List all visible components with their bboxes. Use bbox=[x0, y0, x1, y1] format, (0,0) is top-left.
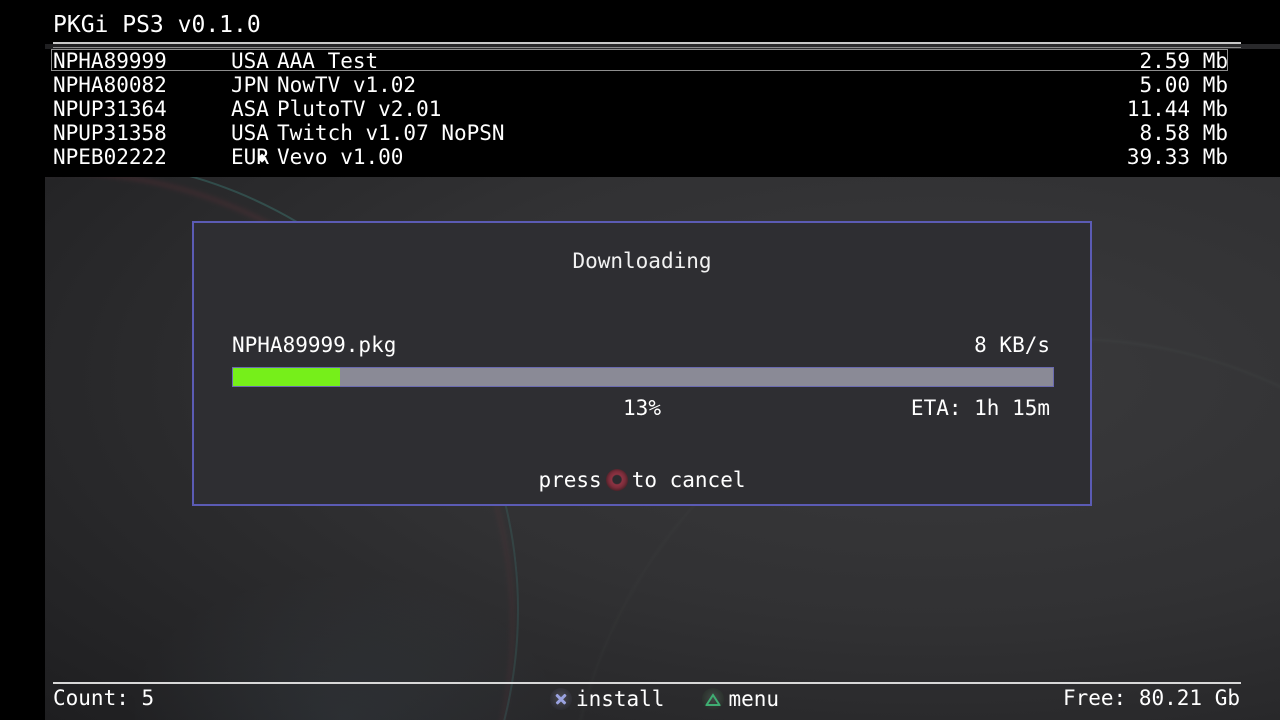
footer-bar: Count: 5 install menu Free: 80.21 Gb bbox=[45, 684, 1280, 720]
playstation-cross-icon[interactable] bbox=[549, 688, 572, 710]
table-row[interactable]: NPUP31364 ASA PlutoTV v2.01 11.44 Mb bbox=[45, 97, 1280, 121]
download-filename: NPHA89999.pkg bbox=[232, 333, 397, 357]
app-stage: PKGi PS3 v0.1.0 NPHA89999 USA AAA Test 2.59… bbox=[45, 8, 1280, 720]
table-row[interactable]: NPHA80082 JPN NowTV v1.02 5.00 Mb bbox=[45, 73, 1280, 97]
header-divider bbox=[53, 42, 1241, 44]
menu-action-label: menu bbox=[728, 687, 780, 711]
package-id: NPHA89999 bbox=[53, 49, 167, 73]
app-title: PKGi PS3 v0.1.0 bbox=[53, 12, 261, 38]
table-row[interactable]: NPEB02222 EUR ◆ Vevo v1.00 39.33 Mb bbox=[45, 145, 1280, 169]
package-size: 11.44 Mb bbox=[1126, 97, 1228, 121]
package-size: 39.33 Mb bbox=[1126, 145, 1228, 169]
install-action-label: install bbox=[575, 687, 665, 711]
package-name: Twitch v1.07 NoPSN bbox=[277, 121, 505, 145]
header-bar: PKGi PS3 v0.1.0 bbox=[45, 8, 1280, 48]
cancel-hint-prefix: press bbox=[538, 468, 602, 492]
package-id: NPUP31364 bbox=[53, 97, 167, 121]
download-progress-bar bbox=[232, 367, 1054, 387]
package-list[interactable]: NPHA89999 USA AAA Test 2.59 Mb NPHA80082 JPN N… bbox=[45, 49, 1280, 177]
header-divider-secondary bbox=[53, 47, 1241, 48]
screen: PKGi PS3 v0.1.0 NPHA89999 USA AAA Test 2.59… bbox=[0, 0, 1280, 720]
table-row[interactable]: NPUP31358 USA Twitch v1.07 NoPSN 8.58 Mb bbox=[45, 121, 1280, 145]
download-dialog: Downloading NPHA89999.pkg 8 KB/s 13% ETA… bbox=[192, 221, 1092, 506]
table-row[interactable]: NPHA89999 USA AAA Test 2.59 Mb bbox=[45, 49, 1280, 73]
playstation-circle-icon bbox=[605, 469, 628, 491]
package-name: NowTV v1.02 bbox=[277, 73, 417, 97]
package-id: NPHA80082 bbox=[53, 73, 167, 97]
package-id: NPEB02222 bbox=[53, 145, 167, 169]
download-eta: ETA: 1h 15m bbox=[910, 396, 1050, 420]
free-space-label: Free: 80.21 Gb bbox=[1062, 686, 1240, 710]
triangle-glyph-icon bbox=[705, 693, 721, 706]
download-progress-fill bbox=[233, 368, 340, 386]
playstation-triangle-icon[interactable] bbox=[702, 688, 725, 710]
package-id: NPUP31358 bbox=[53, 121, 167, 145]
package-marker-icon: ◆ bbox=[257, 148, 267, 166]
package-region: JPN bbox=[231, 73, 269, 97]
package-size: 8.58 Mb bbox=[1139, 121, 1228, 145]
package-size: 2.59 Mb bbox=[1139, 49, 1228, 73]
package-name: PlutoTV v2.01 bbox=[277, 97, 442, 121]
package-name: Vevo v1.00 bbox=[277, 145, 404, 169]
cancel-hint[interactable]: press to cancel bbox=[194, 467, 1090, 492]
dialog-title: Downloading bbox=[572, 249, 712, 273]
cancel-hint-suffix: to cancel bbox=[631, 468, 746, 492]
package-size: 5.00 Mb bbox=[1139, 73, 1228, 97]
download-speed: 8 KB/s bbox=[974, 333, 1050, 357]
package-region: ASA bbox=[231, 97, 269, 121]
package-region: USA bbox=[231, 121, 269, 145]
package-name: AAA Test bbox=[277, 49, 379, 73]
package-region: USA bbox=[231, 49, 269, 73]
